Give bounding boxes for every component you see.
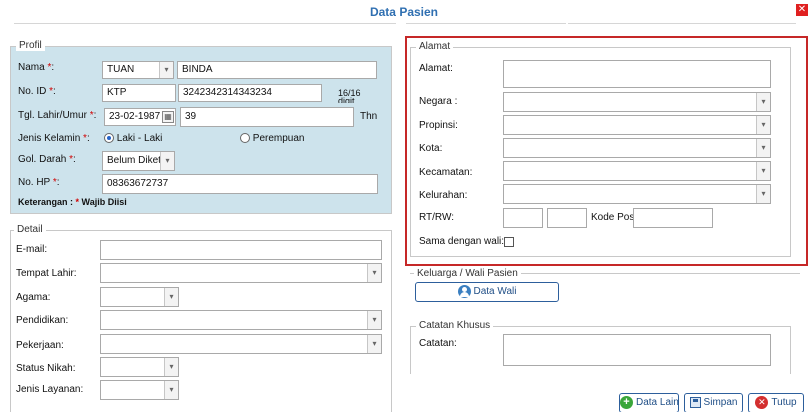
chevron-down-icon: ▾ [367, 264, 381, 282]
no-id-input[interactable]: 3242342314343234 [178, 84, 322, 102]
chevron-down-icon: ▾ [367, 335, 381, 353]
plus-circle-icon: + [620, 395, 633, 409]
umur-input[interactable]: 39 [180, 107, 354, 127]
chevron-down-icon: ▾ [159, 62, 173, 78]
kelurahan-label: Kelurahan: [419, 190, 468, 201]
tgl-lahir-input[interactable]: 23-02-1987 ▦ [104, 108, 176, 126]
keterangan-note: Keterangan : * Wajib Diisi [18, 197, 127, 207]
rtrw-label: RT/RW: [419, 212, 455, 223]
kota-select[interactable]: ▾ [503, 138, 771, 158]
chevron-down-icon: ▾ [756, 162, 770, 180]
kota-label: Kota: [419, 143, 443, 154]
no-id-label: No. ID *: [18, 86, 56, 97]
negara-label: Negara : [419, 96, 458, 107]
email-input[interactable] [100, 240, 382, 260]
id-digit-counter-unit: digit [338, 96, 355, 103]
catatan-textarea[interactable] [503, 334, 771, 366]
detail-legend: Detail [14, 224, 46, 235]
radio-perempuan-icon[interactable] [240, 133, 250, 144]
radio-laki-laki-icon[interactable] [104, 133, 114, 144]
alamat-textarea[interactable] [503, 60, 771, 88]
data-wali-button[interactable]: Data Wali [415, 282, 559, 302]
chevron-down-icon: ▾ [756, 116, 770, 134]
id-type-input[interactable]: KTP [102, 84, 176, 102]
tgl-lahir-label: Tgl. Lahir/Umur *: [18, 110, 97, 121]
tempat-lahir-label: Tempat Lahir: [16, 268, 77, 279]
dialog-title: Data Pasien [369, 5, 439, 19]
rt-input[interactable] [503, 208, 543, 228]
kecamatan-label: Kecamatan: [419, 167, 473, 178]
radio-perempuan[interactable]: Perempuan [240, 133, 304, 144]
data-lain-button[interactable]: + Data Lain [619, 393, 679, 412]
keluarga-legend: Keluarga / Wali Pasien [414, 268, 521, 279]
umur-unit: Thn [360, 111, 378, 122]
tempat-lahir-select[interactable]: ▾ [100, 263, 382, 283]
profil-legend: Profil [16, 40, 45, 51]
calendar-icon[interactable]: ▦ [162, 111, 174, 123]
propinsi-label: Propinsi: [419, 120, 458, 131]
header-divider-middle [406, 23, 566, 24]
negara-select[interactable]: ▾ [503, 92, 771, 112]
propinsi-select[interactable]: ▾ [503, 115, 771, 135]
radio-laki-laki[interactable]: Laki - Laki [104, 133, 162, 144]
header-divider-right [568, 23, 796, 24]
tutup-button[interactable]: ✕ Tutup [748, 393, 804, 412]
gol-darah-select[interactable]: Belum Diketa ▾ [102, 151, 175, 171]
jenis-layanan-select[interactable]: ▾ [100, 380, 179, 400]
chevron-down-icon: ▾ [164, 381, 178, 399]
catatan-label: Catatan: [419, 338, 457, 349]
chevron-down-icon: ▾ [160, 152, 174, 170]
gelar-select[interactable]: TUAN ▾ [102, 61, 174, 79]
jenis-layanan-label: Jenis Layanan: [16, 384, 84, 395]
cancel-icon: ✕ [755, 395, 769, 409]
agama-select[interactable]: ▾ [100, 287, 179, 307]
header-divider-left [14, 23, 396, 24]
gol-darah-label: Gol. Darah *: [18, 154, 76, 165]
nama-input[interactable]: BINDA [177, 61, 377, 79]
chevron-down-icon: ▾ [756, 139, 770, 157]
kelurahan-select[interactable]: ▾ [503, 184, 771, 204]
save-icon [689, 396, 701, 408]
user-icon [457, 284, 471, 298]
chevron-down-icon: ▾ [756, 185, 770, 203]
agama-label: Agama: [16, 292, 51, 303]
catatan-legend: Catatan Khusus [416, 320, 494, 331]
chevron-down-icon: ▾ [367, 311, 381, 329]
kode-pos-input[interactable] [633, 208, 713, 228]
kode-pos-label: Kode Pos [591, 212, 635, 223]
pekerjaan-label: Pekerjaan: [16, 340, 64, 351]
alamat-legend: Alamat [416, 41, 454, 52]
detail-clip: Jenis Layanan: ▾ [10, 380, 400, 412]
no-hp-label: No. HP *: [18, 177, 60, 188]
chevron-down-icon: ▾ [164, 288, 178, 306]
chevron-down-icon: ▾ [164, 358, 178, 376]
sama-dengan-wali-checkbox[interactable] [504, 237, 514, 247]
sama-dengan-wali-label: Sama dengan wali: [419, 236, 505, 247]
no-hp-input[interactable]: 08363672737 [102, 174, 378, 194]
pendidikan-select[interactable]: ▾ [100, 310, 382, 330]
nama-label: Nama *: [18, 62, 55, 73]
close-icon[interactable]: ✕ [796, 4, 808, 16]
email-label: E-mail: [16, 244, 48, 255]
jenis-kelamin-label: Jenis Kelamin *: [18, 133, 90, 144]
rw-input[interactable] [547, 208, 587, 228]
chevron-down-icon: ▾ [756, 93, 770, 111]
status-nikah-label: Status Nikah: [16, 363, 76, 374]
kecamatan-select[interactable]: ▾ [503, 161, 771, 181]
pekerjaan-select[interactable]: ▾ [100, 334, 382, 354]
alamat-label: Alamat: [419, 63, 453, 74]
status-nikah-select[interactable]: ▾ [100, 357, 179, 377]
pendidikan-label: Pendidikan: [16, 315, 69, 326]
simpan-button[interactable]: Simpan [684, 393, 743, 412]
